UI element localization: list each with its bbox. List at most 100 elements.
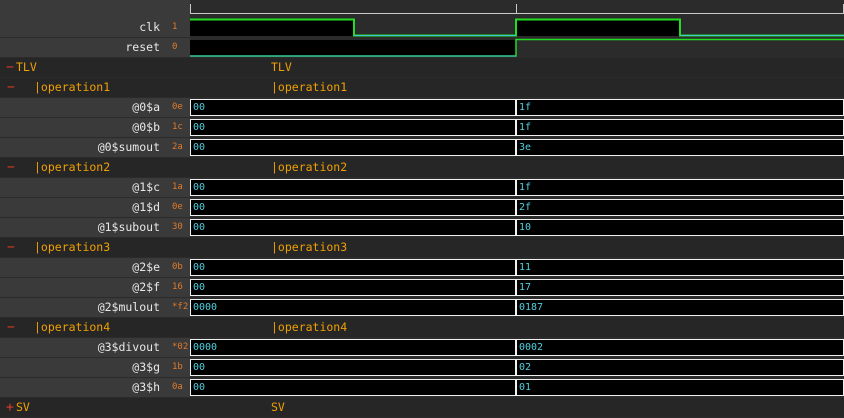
signal-row-reset[interactable]: reset 0 xyxy=(0,38,844,58)
scope-row-op3[interactable]: − |operation3 |operation3 xyxy=(0,238,844,258)
scope-header: − TLV TLV xyxy=(0,58,844,77)
signal-current-value: 2a xyxy=(162,138,190,157)
collapse-icon[interactable]: − xyxy=(6,58,14,77)
value-segment: 00 xyxy=(190,219,516,236)
signal-current-value: 1b xyxy=(162,358,190,377)
signal-row[interactable]: @0$b 1c 00 1f xyxy=(0,118,844,138)
value-segment: 00 xyxy=(190,379,516,396)
signal-row[interactable]: @1$d 0e 00 2f xyxy=(0,198,844,218)
scope-row-op4[interactable]: − |operation4 |operation4 xyxy=(0,318,844,338)
value-segment: 17 xyxy=(516,279,844,296)
value-segment: 00 xyxy=(190,99,516,116)
signal-row[interactable]: @2$mulout *f2 0000 0187 xyxy=(0,298,844,318)
reset-waveform-svg xyxy=(190,38,844,57)
scope-header: − |operation3 |operation3 xyxy=(0,238,844,257)
scope-header: − |operation4 |operation4 xyxy=(0,318,844,337)
scope-name[interactable]: |operation1 xyxy=(34,78,110,97)
signal-name[interactable]: @0$a xyxy=(0,98,162,117)
value-segment: 00 xyxy=(190,359,516,376)
signal-row[interactable]: @3$h 0a 00 01 xyxy=(0,378,844,398)
signal-waveform[interactable]: 00 1f xyxy=(190,98,844,117)
signal-waveform[interactable]: 00 1f xyxy=(190,178,844,197)
signal-row[interactable]: @1$subout 30 00 10 xyxy=(0,218,844,238)
signal-waveform[interactable]: 00 2f xyxy=(190,198,844,217)
signal-name[interactable]: @1$d xyxy=(0,198,162,217)
scope-row-op1[interactable]: − |operation1 |operation1 xyxy=(0,78,844,98)
signal-waveform[interactable]: 0000 0002 xyxy=(190,338,844,357)
signal-row[interactable]: @2$f 16 00 17 xyxy=(0,278,844,298)
signal-current-value: 0b xyxy=(162,258,190,277)
signal-current-value: 0e xyxy=(162,198,190,217)
waveform-reset[interactable] xyxy=(190,38,844,57)
scope-header: − |operation1 |operation1 xyxy=(0,78,844,97)
value-segment: 1f xyxy=(516,119,844,136)
signal-row[interactable]: @0$sumout 2a 00 3e xyxy=(0,138,844,158)
signal-name[interactable]: @0$b xyxy=(0,118,162,137)
signal-row[interactable]: @3$g 1b 00 02 xyxy=(0,358,844,378)
signal-waveform[interactable]: 00 02 xyxy=(190,358,844,377)
signal-row[interactable]: @3$divout *02 0000 0002 xyxy=(0,338,844,358)
signal-current-value: 1 xyxy=(162,18,190,37)
value-segment: 0187 xyxy=(516,299,844,316)
collapse-icon[interactable]: − xyxy=(7,158,15,177)
scope-name[interactable]: |operation4 xyxy=(34,318,110,337)
signal-row[interactable]: @2$e 0b 00 11 xyxy=(0,258,844,278)
signal-name[interactable]: @2$f xyxy=(0,278,162,297)
value-segment: 00 xyxy=(190,279,516,296)
value-segment: 10 xyxy=(516,219,844,236)
collapse-icon[interactable]: − xyxy=(7,78,15,97)
scope-wave-label: |operation2 xyxy=(271,160,348,174)
scope-name[interactable]: |operation3 xyxy=(34,238,110,257)
signal-name[interactable]: @1$c xyxy=(0,178,162,197)
scope-wave-label: |operation1 xyxy=(271,80,348,94)
scope-row-sv[interactable]: + SV SV xyxy=(0,398,844,418)
value-segment: 0002 xyxy=(516,339,844,356)
value-segment: 00 xyxy=(190,199,516,216)
scope-wave-label: TLV xyxy=(271,60,292,74)
signal-current-value: 1c xyxy=(162,118,190,137)
signal-current-value: 0a xyxy=(162,378,190,397)
signal-waveform[interactable]: 00 10 xyxy=(190,218,844,237)
value-segment: 00 xyxy=(190,139,516,156)
ruler-tick xyxy=(190,4,191,14)
signal-waveform[interactable]: 00 01 xyxy=(190,378,844,397)
signal-name[interactable]: @3$divout xyxy=(0,338,162,357)
clk-waveform-svg xyxy=(190,18,844,37)
expand-icon[interactable]: + xyxy=(6,398,14,417)
signal-name[interactable]: @3$h xyxy=(0,378,162,397)
signal-waveform[interactable]: 00 17 xyxy=(190,278,844,297)
signal-waveform[interactable]: 0000 0187 xyxy=(190,298,844,317)
value-segment: 3e xyxy=(516,139,844,156)
collapse-icon[interactable]: − xyxy=(7,238,15,257)
signal-row[interactable]: @0$a 0e 00 1f xyxy=(0,98,844,118)
signal-waveform[interactable]: 00 1f xyxy=(190,118,844,137)
signal-name[interactable]: @3$g xyxy=(0,358,162,377)
signal-waveform[interactable]: 00 3e xyxy=(190,138,844,157)
signal-name[interactable]: @2$mulout xyxy=(0,298,162,317)
waveform-clk[interactable] xyxy=(190,18,844,37)
signal-name[interactable]: reset xyxy=(0,38,162,57)
signal-name[interactable]: @0$sumout xyxy=(0,138,162,157)
scope-row-op2[interactable]: − |operation2 |operation2 xyxy=(0,158,844,178)
scope-name[interactable]: |operation2 xyxy=(34,158,110,177)
scope-name[interactable]: SV xyxy=(16,398,30,417)
signal-waveform[interactable]: 00 11 xyxy=(190,258,844,277)
scope-name[interactable]: TLV xyxy=(16,58,37,77)
signal-row[interactable]: @1$c 1a 00 1f xyxy=(0,178,844,198)
collapse-icon[interactable]: − xyxy=(7,318,15,337)
signal-current-value: 1a xyxy=(162,178,190,197)
signal-row-clk[interactable]: clk 1 xyxy=(0,18,844,38)
signal-name[interactable]: clk xyxy=(0,18,162,37)
value-segment: 0000 xyxy=(190,299,516,316)
scope-row-tlv[interactable]: − TLV TLV xyxy=(0,58,844,78)
signal-name[interactable]: @2$e xyxy=(0,258,162,277)
scope-wave-label: SV xyxy=(271,400,285,414)
time-ruler xyxy=(0,0,844,18)
ruler-line xyxy=(190,13,844,14)
value-segment: 02 xyxy=(516,359,844,376)
signal-name[interactable]: @1$subout xyxy=(0,218,162,237)
signal-current-value: 0e xyxy=(162,98,190,117)
signal-current-value: 30 xyxy=(162,218,190,237)
value-segment: 00 xyxy=(190,259,516,276)
waveform-viewer: clk 1 reset 0 − TLV TLV − |operation1 |operat… xyxy=(0,18,844,418)
